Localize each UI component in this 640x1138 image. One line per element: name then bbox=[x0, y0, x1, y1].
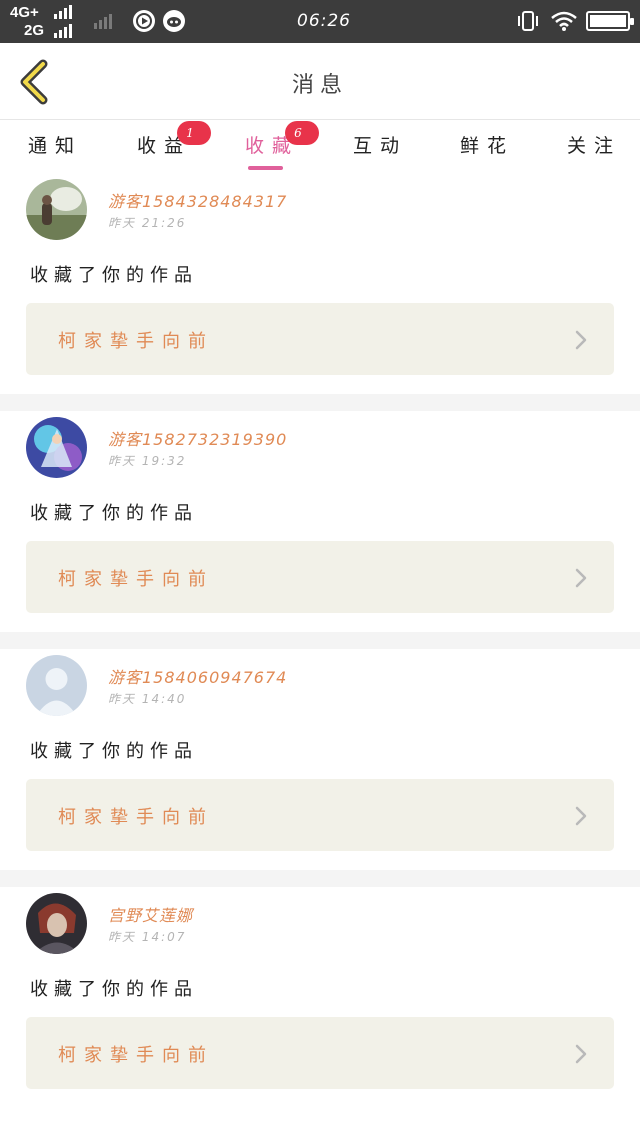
action-text: 收藏了你的作品 bbox=[30, 979, 198, 1000]
vibrate-icon bbox=[516, 10, 540, 36]
tab-notifications[interactable]: 通知 bbox=[28, 131, 82, 158]
app-header: 消息 bbox=[0, 43, 640, 120]
media-play-icon bbox=[133, 10, 155, 32]
tab-flowers[interactable]: 鲜花 bbox=[460, 131, 514, 158]
tab-earnings[interactable]: 收益 1 bbox=[137, 121, 211, 158]
work-link[interactable]: 柯家挚手向前 bbox=[26, 541, 614, 613]
tab-label: 关注 bbox=[567, 135, 622, 157]
signal-empty-icon bbox=[94, 14, 112, 29]
cat-app-icon bbox=[163, 10, 185, 32]
status-bar: 4G+ 2G 06:26 bbox=[0, 0, 640, 43]
chevron-right-icon bbox=[575, 330, 587, 350]
username[interactable]: 游客1584328484317 bbox=[108, 188, 287, 212]
list-item: 游客1582732319390 昨天 19:32 收藏了你的作品 柯家挚手向前 bbox=[0, 411, 640, 632]
avatar[interactable] bbox=[26, 417, 87, 478]
list-item: 宫野艾莲娜 昨天 14:07 收藏了你的作品 柯家挚手向前 bbox=[0, 887, 640, 1108]
timestamp: 昨天 14:40 bbox=[108, 692, 187, 706]
favorites-count-badge: 6 bbox=[285, 121, 319, 145]
signal-strength-icon bbox=[54, 5, 72, 19]
tab-label: 通知 bbox=[28, 135, 83, 157]
chevron-right-icon bbox=[575, 1044, 587, 1064]
signal-strength-icon-2 bbox=[54, 24, 72, 38]
work-title: 柯家挚手向前 bbox=[58, 569, 214, 590]
network-type-secondary: 2G bbox=[24, 22, 45, 39]
list-item: 游客1584060947674 昨天 14:40 收藏了你的作品 柯家挚手向前 bbox=[0, 649, 640, 870]
tab-follows[interactable]: 关注 bbox=[567, 131, 621, 158]
earnings-count-badge: 1 bbox=[177, 121, 211, 145]
tab-favorites[interactable]: 收藏 6 bbox=[245, 121, 319, 158]
work-link[interactable]: 柯家挚手向前 bbox=[26, 779, 614, 851]
action-text: 收藏了你的作品 bbox=[30, 265, 198, 286]
work-link[interactable]: 柯家挚手向前 bbox=[26, 303, 614, 375]
wifi-icon bbox=[550, 10, 578, 36]
timestamp: 昨天 14:07 bbox=[108, 930, 187, 944]
network-type-primary: 4G+ bbox=[10, 4, 39, 21]
tab-label: 互动 bbox=[353, 135, 408, 157]
chevron-right-icon bbox=[575, 806, 587, 826]
divider bbox=[0, 632, 640, 649]
timestamp: 昨天 21:26 bbox=[108, 216, 187, 230]
tab-bar: 通知 收益 1 收藏 6 互动 鲜花 关注 bbox=[0, 121, 640, 173]
tab-label: 鲜花 bbox=[460, 135, 515, 157]
avatar[interactable] bbox=[26, 179, 87, 240]
divider bbox=[0, 394, 640, 411]
work-link[interactable]: 柯家挚手向前 bbox=[26, 1017, 614, 1089]
chevron-right-icon bbox=[575, 568, 587, 588]
work-title: 柯家挚手向前 bbox=[58, 807, 214, 828]
username[interactable]: 游客1582732319390 bbox=[108, 426, 287, 450]
work-title: 柯家挚手向前 bbox=[58, 331, 214, 352]
status-time: 06:26 bbox=[297, 11, 351, 31]
notification-list: 游客1584328484317 昨天 21:26 收藏了你的作品 柯家挚手向前 … bbox=[0, 173, 640, 1108]
battery-icon bbox=[586, 11, 634, 31]
divider bbox=[0, 870, 640, 887]
avatar[interactable] bbox=[26, 893, 87, 954]
active-tab-indicator bbox=[248, 166, 283, 170]
action-text: 收藏了你的作品 bbox=[30, 741, 198, 762]
username[interactable]: 宫野艾莲娜 bbox=[108, 902, 193, 926]
work-title: 柯家挚手向前 bbox=[58, 1045, 214, 1066]
action-text: 收藏了你的作品 bbox=[30, 503, 198, 524]
list-item: 游客1584328484317 昨天 21:26 收藏了你的作品 柯家挚手向前 bbox=[0, 173, 640, 394]
timestamp: 昨天 19:32 bbox=[108, 454, 187, 468]
username[interactable]: 游客1584060947674 bbox=[108, 664, 287, 688]
page-title: 消息 bbox=[291, 73, 348, 98]
avatar[interactable] bbox=[26, 655, 87, 716]
tab-interactions[interactable]: 互动 bbox=[353, 131, 407, 158]
